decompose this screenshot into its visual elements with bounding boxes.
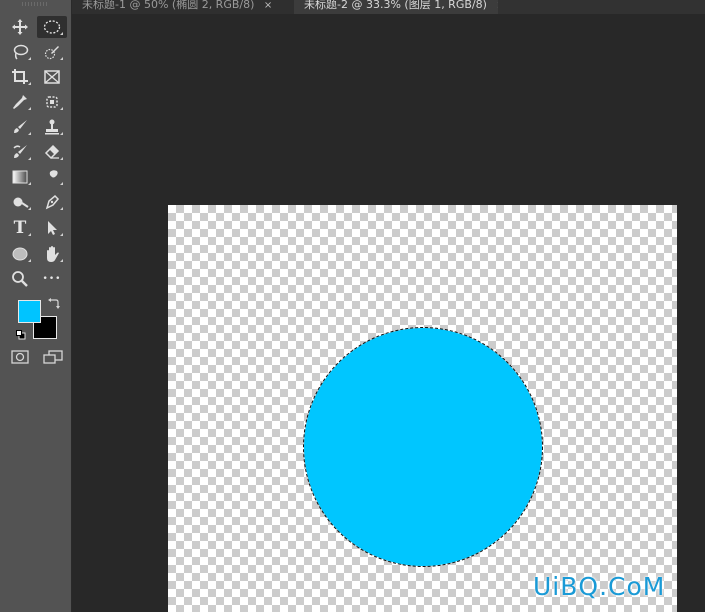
frame-icon [44,70,60,84]
move-tool[interactable] [5,16,35,38]
eyedropper-tool[interactable] [5,91,35,113]
document-tab-1[interactable]: 未标题-1 @ 50% (椭圆 2, RGB/8) × [72,0,294,14]
dodge-icon [13,197,29,208]
eraser-icon [44,144,60,160]
path-selection-tool[interactable] [37,217,67,239]
document-canvas[interactable] [168,205,677,612]
lasso-icon [13,44,29,60]
panel-grip[interactable] [22,2,48,6]
quick-mask-icon[interactable] [11,350,29,364]
move-icon [12,19,28,35]
zoom-tool[interactable] [5,268,35,290]
document-tab-1-label: 未标题-1 @ 50% (椭圆 2, RGB/8) [82,0,255,11]
document-tab-2-label: 未标题-2 @ 33.3% (图层 1, RGB/8) [304,0,487,11]
elliptical-marquee-icon [43,20,61,34]
eyedropper-icon [13,95,27,109]
quick-selection-tool[interactable] [37,41,67,63]
eraser-tool[interactable] [37,141,67,163]
hand-tool[interactable] [37,243,67,265]
clone-stamp-tool[interactable] [37,116,67,138]
foreground-color-swatch[interactable] [18,300,41,323]
ellipse-shape-icon [12,247,28,261]
watermark-text: UiBQ.CoM [533,572,666,601]
crop-icon [12,69,28,84]
circle-selection[interactable] [302,326,544,568]
brush-tool[interactable] [5,116,35,138]
gradient-icon [12,170,28,184]
ellipse-tool[interactable] [5,243,35,265]
type-icon: T [13,218,27,238]
lasso-tool[interactable] [5,41,35,63]
brush-icon [14,120,27,133]
close-icon[interactable]: × [496,1,498,11]
gradient-tool[interactable] [5,166,35,188]
spot-healing-icon [46,96,58,108]
more-tools[interactable]: ••• [37,268,67,290]
crop-tool[interactable] [5,66,35,88]
elliptical-marquee-tool[interactable] [37,16,67,38]
quick-selection-icon [44,46,59,60]
dodge-tool[interactable] [5,191,35,213]
spot-healing-tool[interactable] [37,91,67,113]
smudge-tool[interactable] [37,166,67,188]
hand-icon [47,246,59,262]
pen-tool[interactable] [37,191,67,213]
screen-mode-icon[interactable] [43,350,63,364]
zoom-icon [12,271,28,287]
history-brush-tool[interactable] [5,141,35,163]
type-tool[interactable]: T [5,217,35,239]
close-icon[interactable]: × [264,1,272,11]
history-brush-icon [13,145,27,158]
smudge-icon [49,170,58,184]
document-tab-bar: 未标题-1 @ 50% (椭圆 2, RGB/8) × 未标题-2 @ 33.3… [0,0,705,14]
pen-icon [45,194,60,210]
more-icon: ••• [42,274,62,284]
filled-circle [304,328,542,566]
stamp-icon [45,119,59,135]
tools-panel: T ••• [0,0,72,612]
arrow-icon [48,221,57,235]
default-colors-icon[interactable] [16,330,26,340]
document-tab-2[interactable]: 未标题-2 @ 33.3% (图层 1, RGB/8) × [294,0,498,14]
swap-colors-icon[interactable] [48,298,60,310]
frame-tool[interactable] [37,66,67,88]
